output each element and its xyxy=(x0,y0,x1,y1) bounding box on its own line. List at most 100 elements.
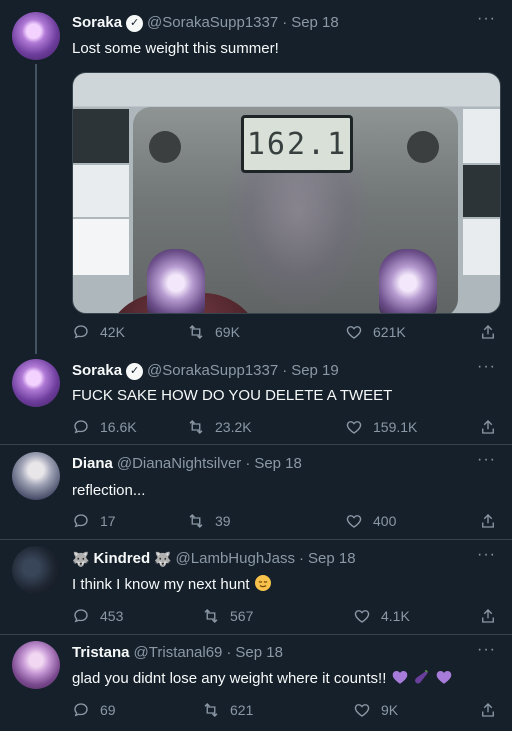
timestamp[interactable]: Sep 18 xyxy=(291,13,339,33)
more-options-icon[interactable]: ··· xyxy=(477,451,496,469)
tile-background xyxy=(73,109,129,163)
more-options-icon[interactable]: ··· xyxy=(477,546,496,564)
reply-button[interactable]: 17 xyxy=(72,512,116,530)
left-foot xyxy=(147,249,205,313)
share-icon xyxy=(482,703,494,717)
handle[interactable]: @LambHughJass xyxy=(176,549,295,569)
separator-dot: · xyxy=(245,455,251,472)
like-button[interactable]: 400 xyxy=(345,512,396,530)
tile-background xyxy=(463,109,500,163)
right-foot xyxy=(379,249,437,313)
handle[interactable]: @DianaNightsilver xyxy=(117,454,241,474)
reply-count: 42K xyxy=(100,324,125,340)
tile-background xyxy=(463,165,500,217)
tweet-text: reflection... xyxy=(72,482,146,499)
tweet[interactable]: Soraka ✓ @SorakaSupp1337 · Sep 19 ··· FU… xyxy=(0,350,512,445)
share-button[interactable] xyxy=(479,701,497,719)
reply-count: 453 xyxy=(100,608,124,624)
retweet-icon xyxy=(204,609,218,623)
display-name[interactable]: Soraka xyxy=(72,13,122,33)
retweet-button[interactable]: 23.2K xyxy=(187,418,252,436)
heart-icon xyxy=(346,421,362,434)
tweet-text-content: I think I know my next hunt xyxy=(72,576,250,593)
share-button[interactable] xyxy=(479,323,497,341)
tweet-header: Soraka ✓ @SorakaSupp1337 · Sep 18 xyxy=(72,13,339,33)
retweet-button[interactable]: 69K xyxy=(187,323,240,341)
timestamp[interactable]: Sep 18 xyxy=(308,549,356,569)
timestamp[interactable]: Sep 19 xyxy=(291,361,339,381)
tweet-text: Lost some weight this summer! xyxy=(72,40,279,57)
reply-button[interactable]: 16.6K xyxy=(72,418,137,436)
heart-icon xyxy=(354,610,370,623)
avatar[interactable] xyxy=(12,546,60,594)
share-icon xyxy=(482,420,494,434)
share-button[interactable] xyxy=(479,607,497,625)
like-button[interactable]: 159.1K xyxy=(345,418,417,436)
tweet-header: 🐺 Kindred 🐺 @LambHughJass · Sep 18 xyxy=(72,549,356,569)
timestamp[interactable]: Sep 18 xyxy=(254,454,302,474)
reply-button[interactable]: 453 xyxy=(72,607,123,625)
reply-count: 69 xyxy=(100,702,116,718)
purple-heart-emoji-icon xyxy=(391,668,409,692)
action-bar: 453 567 4.1K xyxy=(72,607,498,627)
heart-icon xyxy=(346,326,362,339)
like-button[interactable]: 621K xyxy=(345,323,406,341)
tweet-text-content: glad you didnt lose any weight where it … xyxy=(72,670,387,687)
tweet-text: I think I know my next hunt xyxy=(72,574,272,598)
retweet-icon xyxy=(189,514,203,528)
display-name[interactable]: Tristana xyxy=(72,643,130,663)
reply-icon xyxy=(74,703,88,717)
tweet[interactable]: 🐺 Kindred 🐺 @LambHughJass · Sep 18 ··· I… xyxy=(0,540,512,635)
like-button[interactable]: 4.1K xyxy=(353,607,410,625)
timestamp[interactable]: Sep 18 xyxy=(235,643,283,663)
share-button[interactable] xyxy=(479,418,497,436)
avatar[interactable] xyxy=(12,359,60,407)
retweet-count: 39 xyxy=(215,513,231,529)
scale-sensor xyxy=(407,131,439,163)
share-icon xyxy=(482,609,494,623)
display-name[interactable]: Soraka xyxy=(72,361,122,381)
retweet-icon xyxy=(189,325,203,339)
verified-badge-icon: ✓ xyxy=(126,362,144,380)
tweet[interactable]: Diana @DianaNightsilver · Sep 18 ··· ref… xyxy=(0,445,512,540)
retweet-button[interactable]: 567 xyxy=(202,607,253,625)
avatar[interactable] xyxy=(12,12,60,60)
reply-button[interactable]: 42K xyxy=(72,323,125,341)
retweet-count: 567 xyxy=(230,608,254,624)
tweet[interactable]: Soraka ✓ @SorakaSupp1337 · Sep 18 ··· Lo… xyxy=(0,0,512,350)
action-bar: 17 39 400 xyxy=(72,512,498,532)
retweet-icon xyxy=(204,703,218,717)
more-options-icon[interactable]: ··· xyxy=(477,10,496,28)
retweet-button[interactable]: 621 xyxy=(202,701,253,719)
heart-icon xyxy=(346,515,362,528)
like-count: 4.1K xyxy=(381,608,410,624)
tweet-media-image[interactable]: 162.1 xyxy=(72,72,501,314)
separator-dot: · xyxy=(282,362,288,379)
more-options-icon[interactable]: ··· xyxy=(477,358,496,376)
tweet[interactable]: Tristana @Tristanal69 · Sep 18 ··· glad … xyxy=(0,635,512,731)
relieved-face-emoji-icon xyxy=(254,574,272,598)
tile-background xyxy=(73,165,129,217)
tweet-header: Diana @DianaNightsilver · Sep 18 xyxy=(72,454,302,474)
verified-badge-icon: ✓ xyxy=(126,14,144,32)
retweet-icon xyxy=(189,420,203,434)
scale-sensor xyxy=(149,131,181,163)
reply-icon xyxy=(74,514,88,528)
more-options-icon[interactable]: ··· xyxy=(477,641,496,659)
handle[interactable]: @Tristanal69 xyxy=(134,643,223,663)
like-count: 159.1K xyxy=(373,419,418,435)
handle[interactable]: @SorakaSupp1337 xyxy=(147,13,278,33)
like-button[interactable]: 9K xyxy=(353,701,398,719)
handle[interactable]: @SorakaSupp1337 xyxy=(147,361,278,381)
share-button[interactable] xyxy=(479,512,497,530)
tweet-text: glad you didnt lose any weight where it … xyxy=(72,668,453,692)
retweet-button[interactable]: 39 xyxy=(187,512,231,530)
reply-button[interactable]: 69 xyxy=(72,701,116,719)
avatar[interactable] xyxy=(12,452,60,500)
tweet-header: Tristana @Tristanal69 · Sep 18 xyxy=(72,643,283,663)
avatar[interactable] xyxy=(12,641,60,689)
share-icon xyxy=(482,514,494,528)
tweet-header: Soraka ✓ @SorakaSupp1337 · Sep 19 xyxy=(72,361,339,381)
display-name[interactable]: Kindred xyxy=(93,549,150,569)
display-name[interactable]: Diana xyxy=(72,454,113,474)
